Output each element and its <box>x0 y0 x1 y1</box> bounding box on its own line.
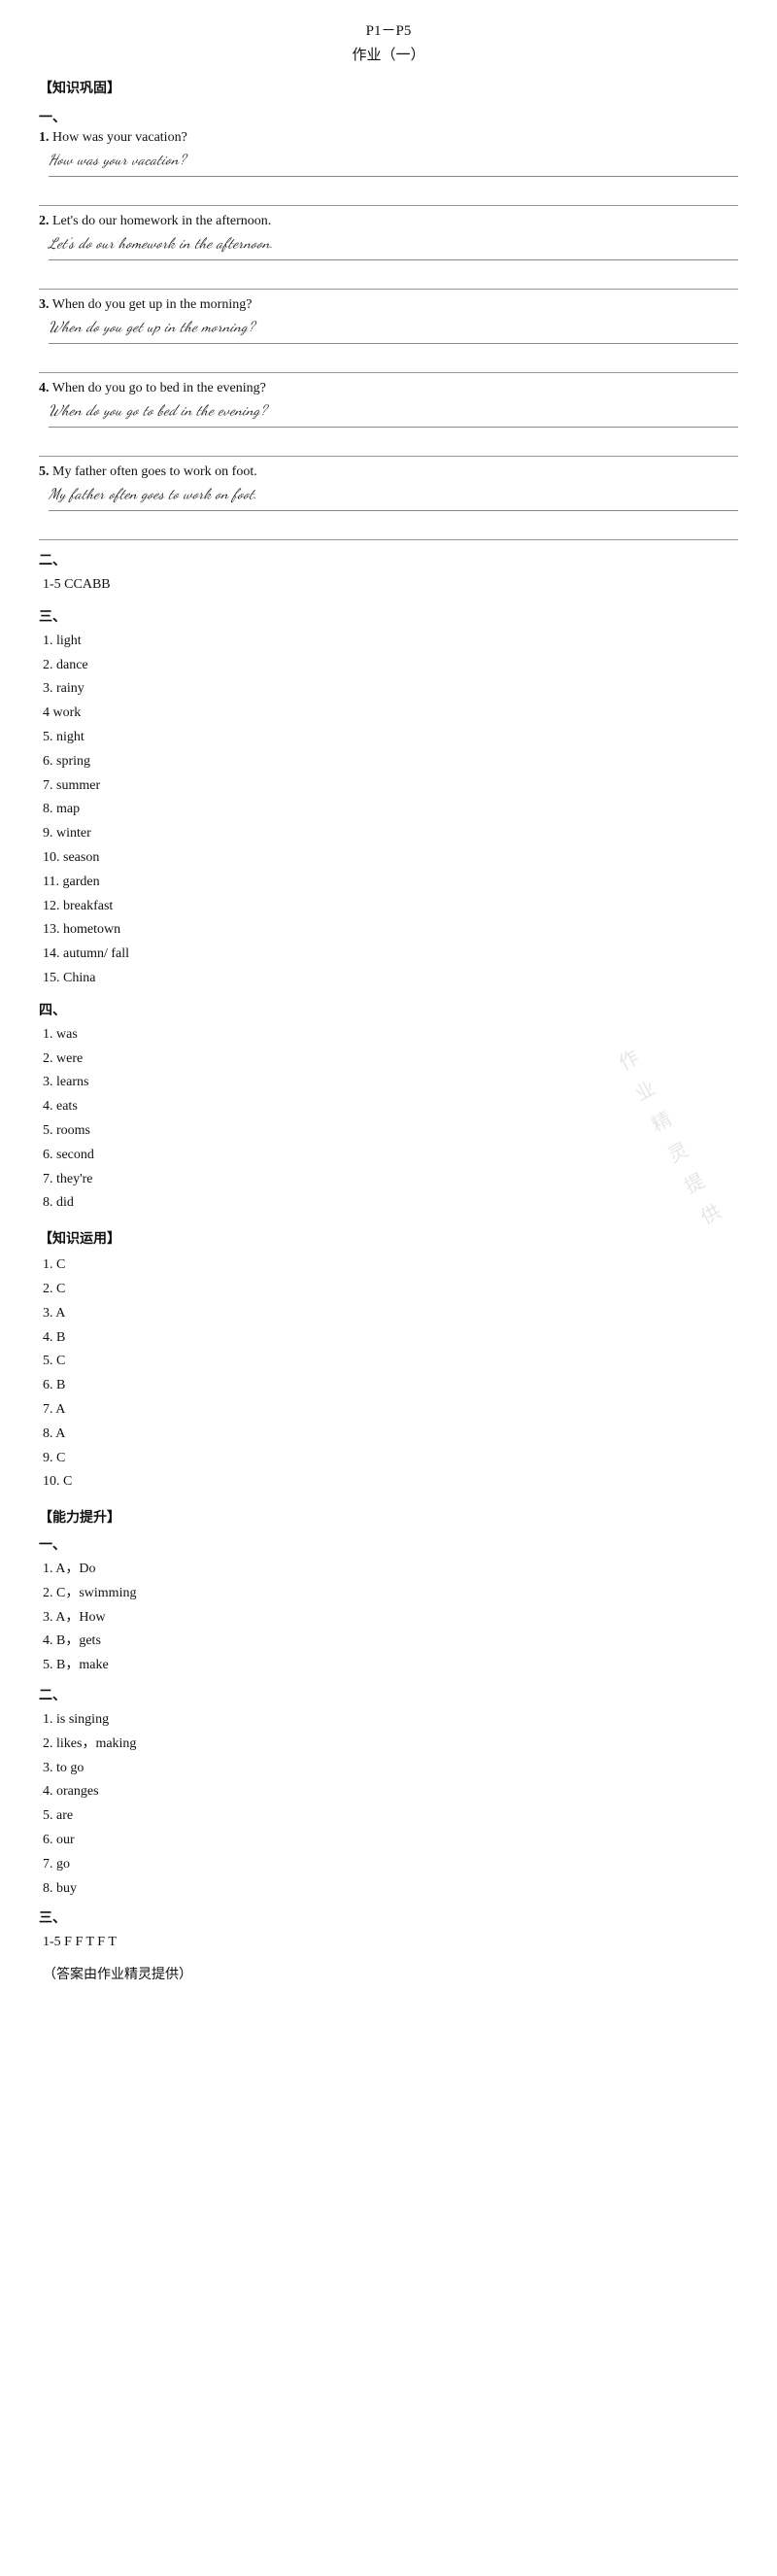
question-block-1: 1. How was your vacation? How was your v… <box>39 130 738 206</box>
neng-yi-label: 一、 <box>39 1534 738 1554</box>
er-answer: 1-5 CCABB <box>43 573 738 597</box>
neng-yi-item-5: 5. B，make <box>43 1654 738 1677</box>
san-item-4: 4 work <box>43 702 738 725</box>
san-item-6: 6. spring <box>43 750 738 773</box>
san-item-7: 7. summer <box>43 774 738 798</box>
footer-text: （答案由作业精灵提供） <box>43 1964 738 1987</box>
question-3-text: 3. When do you get up in the morning? <box>39 297 738 313</box>
neng-yi-item-1: 1. A，Do <box>43 1558 738 1581</box>
section-si-label: 四、 <box>39 1000 738 1019</box>
section-yi-label: 一、 <box>39 107 738 126</box>
si-item-6: 6. second <box>43 1144 738 1167</box>
san-item-8: 8. map <box>43 798 738 821</box>
yunyong-item-8: 8. A <box>43 1423 738 1446</box>
san-item-5: 5. night <box>43 726 738 749</box>
neng-er-list: 1. is singing 2. likes，making 3. to go 4… <box>39 1708 738 1900</box>
neng-yi-item-2: 2. C，swimming <box>43 1582 738 1605</box>
question-block-4: 4. When do you go to bed in the evening?… <box>39 381 738 457</box>
yunyong-item-4: 4. B <box>43 1326 738 1350</box>
neng-er-item-1: 1. is singing <box>43 1708 738 1732</box>
question-4-answer: When do you go to bed in the evening? <box>49 398 738 428</box>
si-item-4: 4. eats <box>43 1095 738 1118</box>
question-4-text: 4. When do you go to bed in the evening? <box>39 381 738 396</box>
neng-yi-list: 1. A，Do 2. C，swimming 3. A，How 4. B，gets… <box>39 1558 738 1677</box>
san-item-10: 10. season <box>43 846 738 870</box>
yunyong-item-6: 6. B <box>43 1374 738 1397</box>
san-item-1: 1. light <box>43 630 738 653</box>
neng-san-answer: 1-5 F F T F T <box>43 1931 738 1954</box>
yunyong-answers-list: 1. C 2. C 3. A 4. B 5. C 6. B 7. A 8. A … <box>39 1254 738 1494</box>
neng-san-label: 三、 <box>39 1907 738 1927</box>
si-item-2: 2. were <box>43 1048 738 1071</box>
neng-yi-item-4: 4. B，gets <box>43 1630 738 1653</box>
question-1-answer: How was your vacation? <box>49 148 738 177</box>
san-item-9: 9. winter <box>43 822 738 845</box>
san-answers-list: 1. light 2. dance 3. rainy 4 work 5. nig… <box>39 630 738 990</box>
question-block-2: 2. Let's do our homework in the afternoo… <box>39 214 738 290</box>
question-5-answer: My father often goes to work on foot. <box>49 482 738 511</box>
san-item-13: 13. hometown <box>43 918 738 942</box>
neng-er-item-6: 6. our <box>43 1829 738 1852</box>
yunyong-item-5: 5. C <box>43 1350 738 1373</box>
section-san-label: 三、 <box>39 606 738 626</box>
san-item-2: 2. dance <box>43 654 738 677</box>
yunyong-item-7: 7. A <box>43 1398 738 1422</box>
yunyong-item-1: 1. C <box>43 1254 738 1277</box>
neng-er-item-7: 7. go <box>43 1853 738 1876</box>
neng-er-label: 二、 <box>39 1685 738 1704</box>
neng-yi-item-3: 3. A，How <box>43 1606 738 1630</box>
question-1-text: 1. How was your vacation? <box>39 130 738 146</box>
question-2-text: 2. Let's do our homework in the afternoo… <box>39 214 738 229</box>
yunyong-item-10: 10. C <box>43 1470 738 1494</box>
neng-er-item-2: 2. likes，making <box>43 1733 738 1756</box>
san-item-11: 11. garden <box>43 871 738 894</box>
zhishi-baotu-header: 【知识巩固】 <box>39 78 738 97</box>
page-title-line1: P1－P5 <box>39 19 738 40</box>
question-block-5: 5. My father often goes to work on foot.… <box>39 464 738 540</box>
yunyong-item-2: 2. C <box>43 1278 738 1301</box>
neng-er-item-8: 8. buy <box>43 1877 738 1901</box>
neng-er-item-5: 5. are <box>43 1804 738 1828</box>
question-5-text: 5. My father often goes to work on foot. <box>39 464 738 480</box>
question-3-answer: When do you get up in the morning? <box>49 315 738 344</box>
page-title-line2: 作业（一） <box>39 44 738 64</box>
yunyong-item-9: 9. C <box>43 1447 738 1470</box>
section-er-label: 二、 <box>39 550 738 569</box>
si-item-7: 7. they're <box>43 1168 738 1191</box>
yunyong-item-3: 3. A <box>43 1302 738 1325</box>
si-item-1: 1. was <box>43 1023 738 1047</box>
si-item-8: 8. did <box>43 1191 738 1215</box>
san-item-15: 15. China <box>43 967 738 990</box>
san-item-3: 3. rainy <box>43 677 738 701</box>
question-block-3: 3. When do you get up in the morning? Wh… <box>39 297 738 373</box>
zhishi-yunyong-header: 【知识运用】 <box>39 1228 738 1248</box>
si-item-5: 5. rooms <box>43 1119 738 1143</box>
san-item-14: 14. autumn/ fall <box>43 943 738 966</box>
si-item-3: 3. learns <box>43 1071 738 1094</box>
si-answers-list: 1. was 2. were 3. learns 4. eats 5. room… <box>39 1023 738 1215</box>
neng-er-item-4: 4. oranges <box>43 1780 738 1803</box>
nengli-tisheng-header: 【能力提升】 <box>39 1507 738 1527</box>
san-item-12: 12. breakfast <box>43 895 738 918</box>
neng-er-item-3: 3. to go <box>43 1757 738 1780</box>
question-2-answer: Let's do our homework in the afternoon. <box>49 231 738 260</box>
